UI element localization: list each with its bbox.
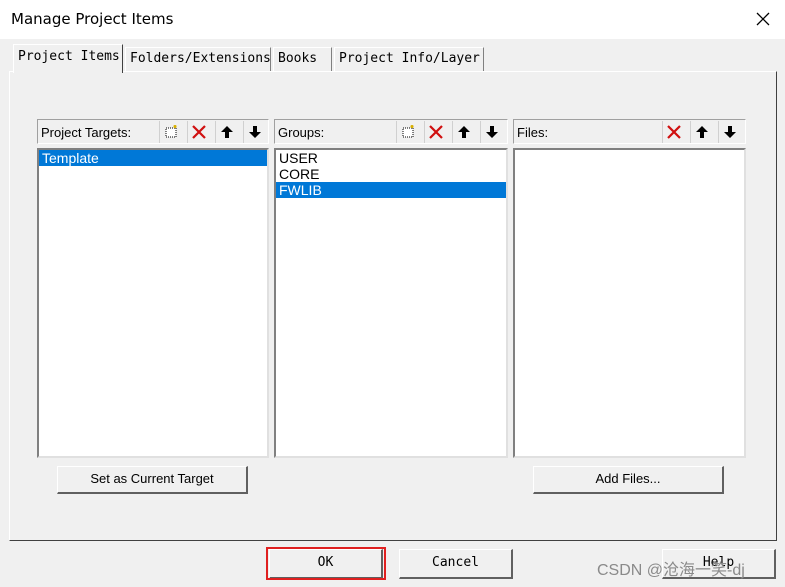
tab-project-info-layer[interactable]: Project Info/Layer xyxy=(334,47,484,71)
targets-label: Project Targets: xyxy=(41,125,132,140)
delete-icon xyxy=(429,125,443,139)
tab-project-items[interactable]: Project Items xyxy=(13,44,123,73)
ok-button[interactable]: OK xyxy=(269,549,383,579)
targets-list[interactable]: Template xyxy=(37,148,269,458)
files-delete-button[interactable] xyxy=(662,121,685,143)
close-icon xyxy=(756,12,770,26)
new-item-icon xyxy=(402,124,414,138)
files-header: Files: xyxy=(513,119,746,144)
files-label: Files: xyxy=(517,125,549,140)
move-down-icon xyxy=(249,126,261,138)
tab-books[interactable]: Books xyxy=(273,47,332,71)
targets-move-up-button[interactable] xyxy=(215,121,238,143)
list-item[interactable]: USER xyxy=(276,150,506,166)
groups-move-down-button[interactable] xyxy=(480,121,503,143)
add-files-label: Add Files... xyxy=(595,471,661,486)
groups-delete-button[interactable] xyxy=(424,121,447,143)
targets-move-down-button[interactable] xyxy=(243,121,266,143)
move-up-icon xyxy=(696,126,708,138)
move-up-icon xyxy=(458,126,470,138)
targets-new-button[interactable] xyxy=(159,121,182,143)
groups-list[interactable]: USER CORE FWLIB xyxy=(274,148,508,458)
set-current-target-button[interactable]: Set as Current Target xyxy=(57,466,248,494)
targets-delete-button[interactable] xyxy=(187,121,210,143)
files-move-up-button[interactable] xyxy=(690,121,713,143)
groups-move-up-button[interactable] xyxy=(452,121,475,143)
list-item[interactable]: FWLIB xyxy=(276,182,506,198)
groups-new-button[interactable] xyxy=(396,121,419,143)
groups-label: Groups: xyxy=(278,125,325,140)
files-list[interactable] xyxy=(513,148,746,458)
new-item-icon xyxy=(165,124,177,138)
list-item[interactable]: Template xyxy=(39,150,267,166)
window-title: Manage Project Items xyxy=(11,10,174,28)
move-down-icon xyxy=(486,126,498,138)
groups-header: Groups: xyxy=(274,119,508,144)
title-bar: Manage Project Items xyxy=(0,0,785,39)
delete-icon xyxy=(667,125,681,139)
watermark: CSDN @沧海一笑-dj xyxy=(597,562,745,579)
targets-header: Project Targets: xyxy=(37,119,269,144)
cancel-button[interactable]: Cancel xyxy=(399,549,513,579)
delete-icon xyxy=(192,125,206,139)
cancel-label: Cancel xyxy=(432,555,479,570)
move-up-icon xyxy=(221,126,233,138)
files-move-down-button[interactable] xyxy=(718,121,741,143)
add-files-button[interactable]: Add Files... xyxy=(533,466,724,494)
move-down-icon xyxy=(724,126,736,138)
close-button[interactable] xyxy=(745,4,781,34)
set-current-target-label: Set as Current Target xyxy=(90,471,214,486)
list-item[interactable]: CORE xyxy=(276,166,506,182)
tab-folders-extensions[interactable]: Folders/Extensions xyxy=(125,47,271,71)
ok-label: OK xyxy=(317,555,334,570)
